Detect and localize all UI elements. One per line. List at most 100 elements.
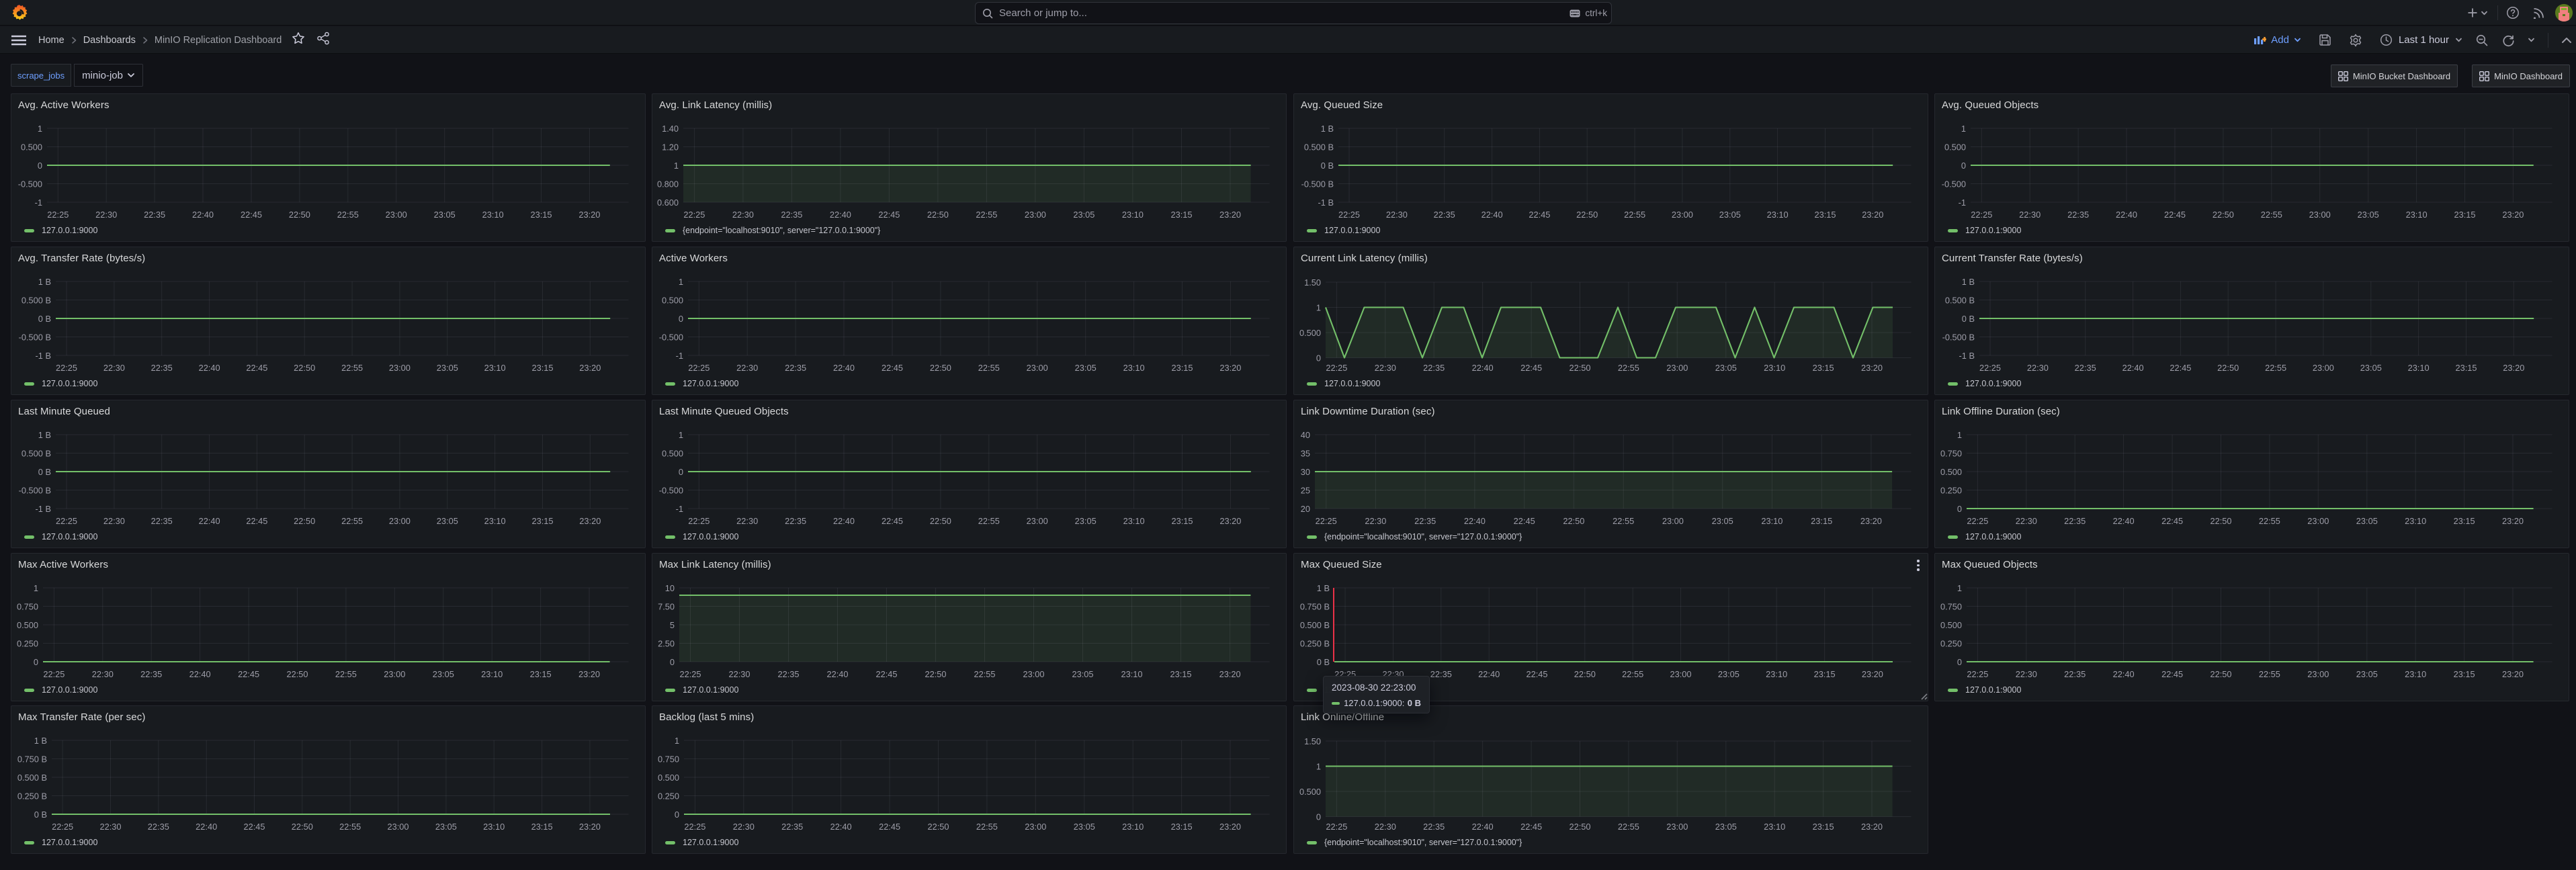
svg-text:22:55: 22:55 <box>335 669 357 679</box>
svg-text:22:25: 22:25 <box>1326 822 1347 832</box>
svg-text:1 B: 1 B <box>38 430 51 440</box>
svg-text:23:00: 23:00 <box>2307 669 2329 679</box>
svg-text:22:35: 22:35 <box>2067 210 2089 220</box>
svg-text:23:00: 23:00 <box>389 363 411 373</box>
svg-text:22:50: 22:50 <box>294 516 315 526</box>
svg-text:22:35: 22:35 <box>2075 363 2096 373</box>
svg-text:23:20: 23:20 <box>1219 669 1241 679</box>
svg-text:23:05: 23:05 <box>435 822 457 832</box>
svg-text:0.750: 0.750 <box>1940 602 1962 612</box>
svg-text:23:10: 23:10 <box>2405 516 2426 526</box>
svg-text:22:25: 22:25 <box>56 516 77 526</box>
svg-text:22:55: 22:55 <box>974 669 995 679</box>
svg-text:22:40: 22:40 <box>1482 210 1503 220</box>
svg-text:23:00: 23:00 <box>1672 210 1693 220</box>
svg-text:23:20: 23:20 <box>1219 363 1241 373</box>
svg-text:22:45: 22:45 <box>1520 822 1542 832</box>
svg-text:0: 0 <box>1957 657 1962 667</box>
svg-text:23:10: 23:10 <box>481 669 503 679</box>
svg-text:1: 1 <box>675 736 679 746</box>
svg-text:23:20: 23:20 <box>1861 363 1883 373</box>
svg-text:23:05: 23:05 <box>1072 669 1093 679</box>
svg-text:23:15: 23:15 <box>1814 210 1836 220</box>
svg-text:1: 1 <box>1957 583 1962 593</box>
svg-text:23:10: 23:10 <box>1767 210 1789 220</box>
svg-text:23:10: 23:10 <box>1766 669 1787 679</box>
svg-text:1: 1 <box>679 277 683 287</box>
svg-text:23:10: 23:10 <box>2408 363 2430 373</box>
svg-text:22:30: 22:30 <box>1375 363 1396 373</box>
svg-text:0.800: 0.800 <box>657 179 679 189</box>
svg-text:22:25: 22:25 <box>1971 210 1992 220</box>
svg-text:22:45: 22:45 <box>238 669 259 679</box>
svg-text:0: 0 <box>670 657 675 667</box>
svg-text:22:55: 22:55 <box>341 516 363 526</box>
svg-text:22:30: 22:30 <box>736 516 758 526</box>
svg-text:22:45: 22:45 <box>1520 363 1542 373</box>
svg-text:-0.500: -0.500 <box>659 486 683 496</box>
svg-text:-0.500: -0.500 <box>18 179 42 189</box>
svg-text:23:15: 23:15 <box>2455 363 2477 373</box>
svg-text:23:10: 23:10 <box>484 516 506 526</box>
svg-text:22:45: 22:45 <box>2164 210 2186 220</box>
svg-text:22:30: 22:30 <box>736 363 758 373</box>
svg-text:0: 0 <box>679 467 683 477</box>
svg-text:23:10: 23:10 <box>1764 363 1785 373</box>
svg-text:0: 0 <box>1957 504 1962 514</box>
svg-text:22:25: 22:25 <box>43 669 65 679</box>
svg-text:22:45: 22:45 <box>1529 210 1550 220</box>
svg-text:22:40: 22:40 <box>1472 363 1494 373</box>
svg-text:22:45: 22:45 <box>241 210 262 220</box>
svg-text:22:35: 22:35 <box>781 822 803 832</box>
svg-text:0 B: 0 B <box>1317 657 1330 667</box>
svg-text:23:05: 23:05 <box>1718 669 1740 679</box>
svg-text:23:05: 23:05 <box>433 669 454 679</box>
svg-text:23:15: 23:15 <box>1814 669 1836 679</box>
svg-text:22:25: 22:25 <box>679 669 701 679</box>
svg-text:23:00: 23:00 <box>2313 363 2334 373</box>
svg-text:23:05: 23:05 <box>2358 210 2379 220</box>
svg-text:22:50: 22:50 <box>286 669 308 679</box>
svg-text:22:40: 22:40 <box>833 363 855 373</box>
svg-text:22:40: 22:40 <box>1478 669 1500 679</box>
svg-text:0.500 B: 0.500 B <box>22 296 51 306</box>
svg-text:22:55: 22:55 <box>341 363 363 373</box>
svg-text:0.500: 0.500 <box>1940 467 1962 477</box>
svg-text:0.500 B: 0.500 B <box>22 449 51 459</box>
svg-text:23:05: 23:05 <box>2356 669 2378 679</box>
svg-text:23:00: 23:00 <box>387 822 409 832</box>
svg-text:22:50: 22:50 <box>930 516 951 526</box>
svg-text:0.250: 0.250 <box>1940 639 1962 649</box>
svg-text:23:15: 23:15 <box>1813 822 1834 832</box>
svg-text:0.250: 0.250 <box>1940 486 1962 496</box>
svg-text:1.20: 1.20 <box>662 142 679 153</box>
svg-text:0.500: 0.500 <box>658 773 679 783</box>
svg-text:-0.500 B: -0.500 B <box>1942 333 1975 343</box>
svg-text:22:35: 22:35 <box>1423 363 1445 373</box>
svg-text:22:50: 22:50 <box>292 822 313 832</box>
svg-text:22:35: 22:35 <box>1423 822 1445 832</box>
svg-text:23:15: 23:15 <box>2454 516 2475 526</box>
svg-text:22:30: 22:30 <box>732 210 754 220</box>
svg-text:22:35: 22:35 <box>151 516 173 526</box>
svg-text:22:35: 22:35 <box>781 210 802 220</box>
svg-text:-0.500: -0.500 <box>659 333 683 343</box>
svg-text:-0.500: -0.500 <box>1942 179 1966 189</box>
svg-text:0.750: 0.750 <box>1940 449 1962 459</box>
svg-text:23:20: 23:20 <box>579 822 601 832</box>
svg-text:0: 0 <box>38 161 42 171</box>
svg-text:0.250: 0.250 <box>658 791 679 801</box>
svg-text:22:50: 22:50 <box>2210 669 2231 679</box>
svg-text:22:40: 22:40 <box>830 210 851 220</box>
svg-text:23:20: 23:20 <box>2502 669 2524 679</box>
svg-text:23:00: 23:00 <box>1025 822 1046 832</box>
svg-text:23:20: 23:20 <box>2502 516 2524 526</box>
svg-text:22:35: 22:35 <box>140 669 162 679</box>
svg-text:22:55: 22:55 <box>1613 516 1634 526</box>
svg-text:23:00: 23:00 <box>1662 516 1684 526</box>
svg-text:0.500: 0.500 <box>662 449 683 459</box>
svg-text:-1 B: -1 B <box>1318 198 1334 208</box>
svg-text:0.500: 0.500 <box>1299 787 1321 797</box>
svg-text:22:30: 22:30 <box>92 669 114 679</box>
svg-text:23:05: 23:05 <box>437 516 458 526</box>
